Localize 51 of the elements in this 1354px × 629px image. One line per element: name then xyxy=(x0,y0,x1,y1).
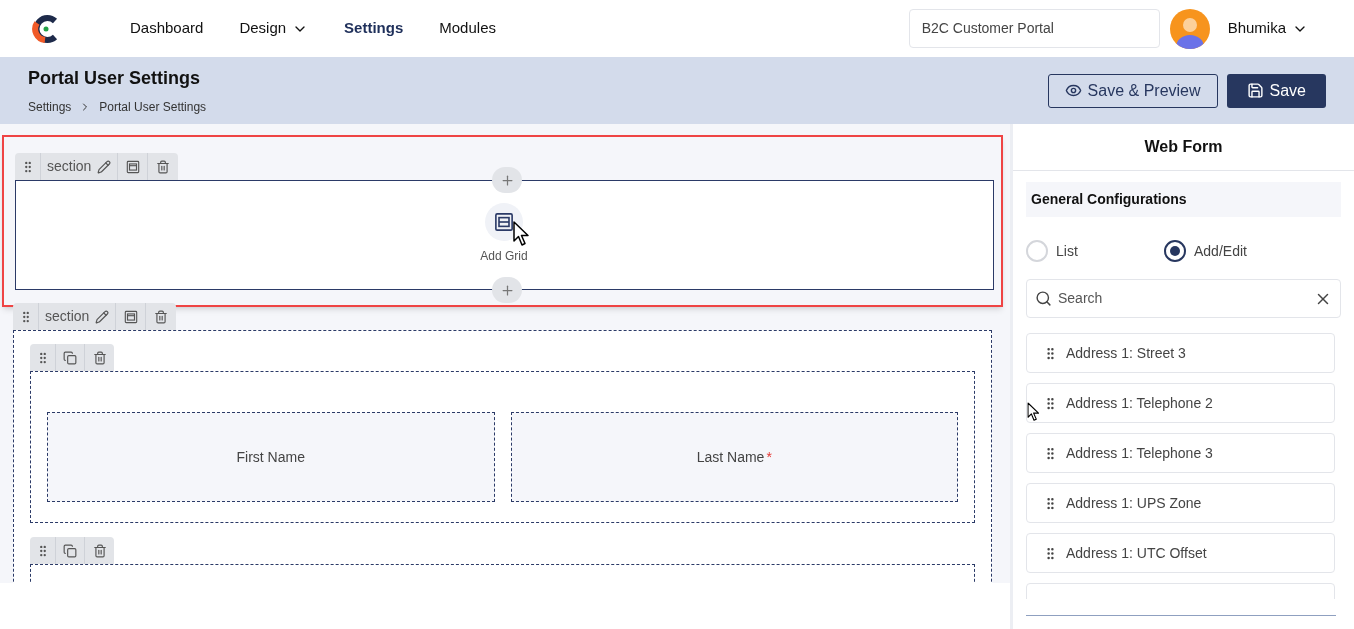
add-section-button[interactable] xyxy=(492,277,522,303)
delete-icon[interactable] xyxy=(154,309,169,324)
nav-link[interactable]: Design xyxy=(239,17,309,40)
search-input[interactable]: Search xyxy=(1058,288,1308,309)
radio-option[interactable]: Add/Edit xyxy=(1164,240,1247,262)
cursor-icon xyxy=(513,221,531,247)
section-label: section xyxy=(45,307,90,326)
copy-icon[interactable] xyxy=(63,543,77,558)
radio-option[interactable]: List xyxy=(1026,240,1164,262)
delete-icon[interactable] xyxy=(92,543,107,558)
copy-icon[interactable] xyxy=(63,350,77,365)
user-menu[interactable]: Bhumika xyxy=(1227,17,1308,40)
nav-link[interactable]: Settings xyxy=(344,17,404,40)
layout-icon[interactable] xyxy=(125,159,140,174)
portal-selector[interactable]: B2C Customer Portal xyxy=(908,9,1160,48)
save-icon xyxy=(1246,82,1264,99)
plus-icon xyxy=(499,172,515,188)
edit-icon[interactable] xyxy=(95,309,110,324)
logo-icon[interactable] xyxy=(31,13,59,44)
field-list-item[interactable]: Address 1: UTC Offset xyxy=(1026,533,1335,573)
nav-link[interactable]: Dashboard xyxy=(130,17,204,40)
breadcrumb-item: Portal User Settings xyxy=(99,99,207,116)
section-label: section xyxy=(47,157,92,176)
required-mark: * xyxy=(766,447,772,467)
save-preview-button[interactable]: Save & Preview xyxy=(1047,73,1218,108)
field-list-item[interactable]: Address 1: Telephone 3 xyxy=(1026,433,1335,473)
nav-link[interactable]: Modules xyxy=(439,17,496,40)
delete-icon[interactable] xyxy=(156,159,171,174)
field-label: Last Name xyxy=(696,447,765,467)
radio-button[interactable] xyxy=(1164,240,1186,262)
plus-icon xyxy=(499,282,515,298)
config-heading: General Configurations xyxy=(1026,182,1341,217)
edit-icon[interactable] xyxy=(97,159,112,174)
layout-icon[interactable] xyxy=(123,309,138,324)
delete-icon[interactable] xyxy=(92,350,107,365)
form-field[interactable]: First Name xyxy=(47,412,495,502)
search-field[interactable]: Search xyxy=(1026,279,1341,318)
breadcrumb-item[interactable]: Settings xyxy=(28,98,72,116)
field-list-item[interactable]: Address 1: Street 3 xyxy=(1026,333,1335,373)
avatar-icon[interactable] xyxy=(1169,8,1210,49)
save-button[interactable]: Save xyxy=(1226,73,1326,108)
form-field[interactable]: Last Name* xyxy=(510,412,958,502)
field-label: First Name xyxy=(236,447,305,467)
panel-title: Web Form xyxy=(1013,124,1354,171)
grid-icon[interactable] xyxy=(494,212,514,232)
add-section-button[interactable] xyxy=(492,167,522,193)
field-list-item[interactable]: Address 1: Telephone 2 xyxy=(1026,383,1335,423)
field-list-item[interactable]: Address 1: UPS Zone xyxy=(1026,483,1335,523)
eye-icon xyxy=(1064,82,1082,99)
page-title: Portal User Settings xyxy=(28,67,202,90)
search-icon xyxy=(1035,290,1052,307)
